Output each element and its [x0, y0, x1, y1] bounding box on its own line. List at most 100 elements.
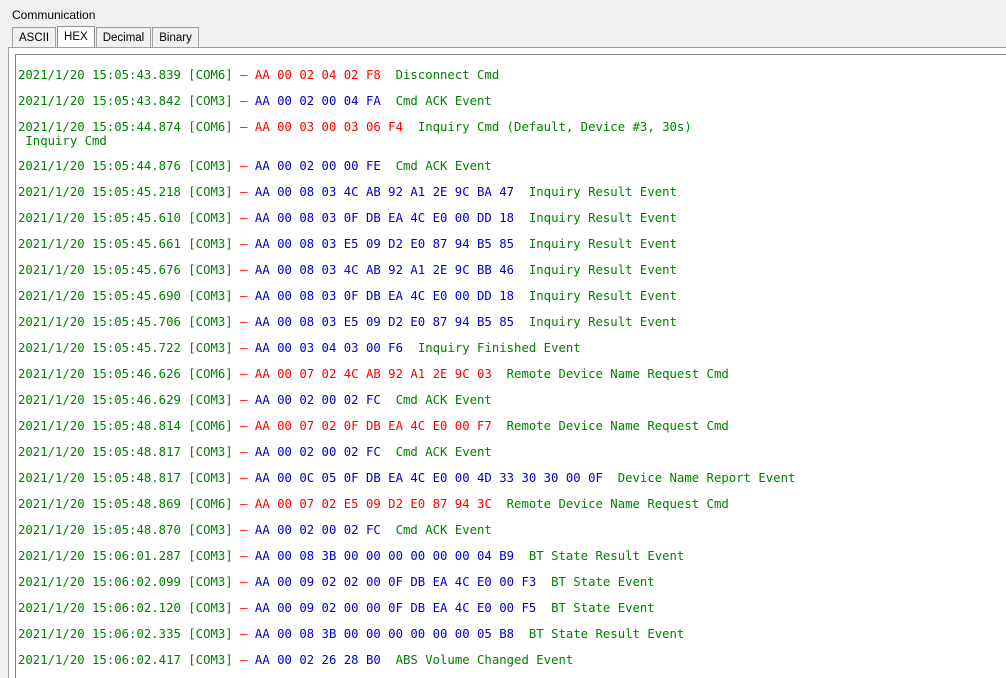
- log-description: Inquiry Cmd (Default, Device #3, 30s): [417, 120, 692, 134]
- tab-hex[interactable]: HEX: [57, 26, 95, 47]
- tab-decimal[interactable]: Decimal: [95, 27, 152, 47]
- log-separator: –: [240, 211, 248, 225]
- log-line: 2021/1/20 15:05:48.870 [COM3] – AA 00 02…: [18, 523, 795, 549]
- log-separator: –: [240, 237, 248, 251]
- log-hex: AA 00 08 3B 00 00 00 00 00 00 05 B8: [254, 627, 515, 641]
- log-hex: AA 00 07 02 4C AB 92 A1 2E 9C 03: [254, 367, 492, 381]
- log-separator: –: [240, 367, 248, 381]
- log-description: Inquiry Result Event: [528, 211, 677, 225]
- log-hex: AA 00 02 26 28 B0: [254, 653, 381, 667]
- log-timestamp: 2021/1/20 15:05:46.626 [COM6]: [18, 367, 233, 381]
- log-description: Cmd ACK Event: [395, 523, 492, 537]
- tab-panel: 2021/1/20 15:05:43.839 [COM6] – AA 00 02…: [8, 47, 1006, 678]
- log-separator: –: [240, 94, 248, 108]
- log-hex: AA 00 09 02 00 00 0F DB EA 4C E0 00 F5: [254, 601, 537, 615]
- log-timestamp: 2021/1/20 15:06:02.417 [COM3]: [18, 653, 233, 667]
- log-separator: –: [240, 159, 248, 173]
- log-description: BT State Result Event: [528, 627, 685, 641]
- log-description: BT State Event: [551, 575, 655, 589]
- log-line: 2021/1/20 15:06:01.287 [COM3] – AA 00 08…: [18, 549, 795, 575]
- log-hex: AA 00 02 00 02 FC: [254, 523, 381, 537]
- log-line: 2021/1/20 15:05:46.629 [COM3] – AA 00 02…: [18, 393, 795, 419]
- log-line: 2021/1/20 15:06:02.099 [COM3] – AA 00 09…: [18, 575, 795, 601]
- log-timestamp: 2021/1/20 15:05:45.661 [COM3]: [18, 237, 233, 251]
- log-line: 2021/1/20 15:05:45.218 [COM3] – AA 00 08…: [18, 185, 795, 211]
- log-line: 2021/1/20 15:05:48.817 [COM3] – AA 00 0C…: [18, 471, 795, 497]
- log-separator: –: [240, 341, 248, 355]
- log-continuation: Inquiry Cmd: [18, 134, 107, 148]
- log-separator: –: [240, 185, 248, 199]
- communication-window: Communication ASCII HEX Decimal Binary 2…: [0, 0, 1006, 678]
- log-hex: AA 00 08 03 4C AB 92 A1 2E 9C BA 47: [254, 185, 515, 199]
- log-description: Cmd ACK Event: [395, 159, 492, 173]
- log-separator: –: [240, 315, 248, 329]
- tab-binary[interactable]: Binary: [152, 27, 199, 47]
- log-timestamp: 2021/1/20 15:06:01.287 [COM3]: [18, 549, 233, 563]
- log-view[interactable]: 2021/1/20 15:05:43.839 [COM6] – AA 00 02…: [15, 54, 1006, 678]
- log-separator: –: [240, 601, 248, 615]
- log-line: 2021/1/20 15:05:45.676 [COM3] – AA 00 08…: [18, 263, 795, 289]
- log-description: Inquiry Finished Event: [417, 341, 581, 355]
- log-separator: –: [240, 120, 248, 134]
- log-separator: –: [240, 549, 248, 563]
- log-timestamp: 2021/1/20 15:05:44.876 [COM3]: [18, 159, 233, 173]
- log-hex: AA 00 02 04 02 F8: [254, 68, 381, 82]
- log-line: 2021/1/20 15:05:45.706 [COM3] – AA 00 08…: [18, 315, 795, 341]
- log-timestamp: 2021/1/20 15:05:45.218 [COM3]: [18, 185, 233, 199]
- log-hex: AA 00 0C 05 0F DB EA 4C E0 00 4D 33 30 3…: [254, 471, 603, 485]
- log-timestamp: 2021/1/20 15:06:02.099 [COM3]: [18, 575, 233, 589]
- log-description: BT State Result Event: [528, 549, 685, 563]
- log-hex: AA 00 02 00 00 FE: [254, 159, 381, 173]
- log-hex: AA 00 08 03 E5 09 D2 E0 87 94 B5 85: [254, 315, 515, 329]
- log-timestamp: 2021/1/20 15:05:48.869 [COM6]: [18, 497, 233, 511]
- log-separator: –: [240, 497, 248, 511]
- log-separator: –: [240, 393, 248, 407]
- log-description: Inquiry Result Event: [528, 315, 677, 329]
- log-line: 2021/1/20 15:06:02.120 [COM3] – AA 00 09…: [18, 601, 795, 627]
- log-hex: AA 00 08 03 0F DB EA 4C E0 00 DD 18: [254, 211, 515, 225]
- log-hex: AA 00 08 03 0F DB EA 4C E0 00 DD 18: [254, 289, 515, 303]
- log-separator: –: [240, 471, 248, 485]
- log-description: Remote Device Name Request Cmd: [506, 419, 729, 433]
- log-line: 2021/1/20 15:06:02.335 [COM3] – AA 00 08…: [18, 627, 795, 653]
- log-line: 2021/1/20 15:05:44.876 [COM3] – AA 00 02…: [18, 159, 795, 185]
- log-hex: AA 00 08 3B 00 00 00 00 00 00 04 B9: [254, 549, 515, 563]
- log-separator: –: [240, 627, 248, 641]
- log-line: 2021/1/20 15:05:45.690 [COM3] – AA 00 08…: [18, 289, 795, 315]
- log-line: 2021/1/20 15:05:45.661 [COM3] – AA 00 08…: [18, 237, 795, 263]
- log-line: 2021/1/20 15:05:43.842 [COM3] – AA 00 02…: [18, 94, 795, 120]
- log-timestamp: 2021/1/20 15:06:02.335 [COM3]: [18, 627, 233, 641]
- log-separator: –: [240, 445, 248, 459]
- log-separator: –: [240, 68, 248, 82]
- log-separator: –: [240, 263, 248, 277]
- log-timestamp: 2021/1/20 15:05:45.610 [COM3]: [18, 211, 233, 225]
- log-description: Inquiry Result Event: [528, 289, 677, 303]
- log-line: 2021/1/20 15:05:43.839 [COM6] – AA 00 02…: [18, 68, 795, 94]
- log-separator: –: [240, 653, 248, 667]
- log-timestamp: 2021/1/20 15:05:43.839 [COM6]: [18, 68, 233, 82]
- log-description: Remote Device Name Request Cmd: [506, 367, 729, 381]
- log-content: 2021/1/20 15:05:43.839 [COM6] – AA 00 02…: [18, 68, 795, 678]
- log-description: Cmd ACK Event: [395, 393, 492, 407]
- tab-ascii[interactable]: ASCII: [12, 27, 57, 47]
- log-line: 2021/1/20 15:05:44.874 [COM6] – AA 00 03…: [18, 120, 795, 159]
- log-timestamp: 2021/1/20 15:05:45.676 [COM3]: [18, 263, 233, 277]
- log-timestamp: 2021/1/20 15:05:45.706 [COM3]: [18, 315, 233, 329]
- log-timestamp: 2021/1/20 15:05:48.814 [COM6]: [18, 419, 233, 433]
- log-description: Cmd ACK Event: [395, 445, 492, 459]
- log-hex: AA 00 08 03 E5 09 D2 E0 87 94 B5 85: [254, 237, 515, 251]
- log-hex: AA 00 02 00 02 FC: [254, 445, 381, 459]
- format-tabs: ASCII HEX Decimal Binary: [12, 26, 200, 47]
- log-description: Inquiry Result Event: [528, 263, 677, 277]
- log-separator: –: [240, 419, 248, 433]
- log-hex: AA 00 07 02 0F DB EA 4C E0 00 F7: [254, 419, 492, 433]
- log-line: 2021/1/20 15:06:02.417 [COM3] – AA 00 02…: [18, 653, 795, 678]
- log-timestamp: 2021/1/20 15:06:02.120 [COM3]: [18, 601, 233, 615]
- log-timestamp: 2021/1/20 15:05:48.870 [COM3]: [18, 523, 233, 537]
- log-description: BT State Event: [551, 601, 655, 615]
- group-title: Communication: [12, 8, 96, 22]
- log-line: 2021/1/20 15:05:48.869 [COM6] – AA 00 07…: [18, 497, 795, 523]
- log-line: 2021/1/20 15:05:45.722 [COM3] – AA 00 03…: [18, 341, 795, 367]
- log-separator: –: [240, 575, 248, 589]
- log-hex: AA 00 02 00 04 FA: [254, 94, 381, 108]
